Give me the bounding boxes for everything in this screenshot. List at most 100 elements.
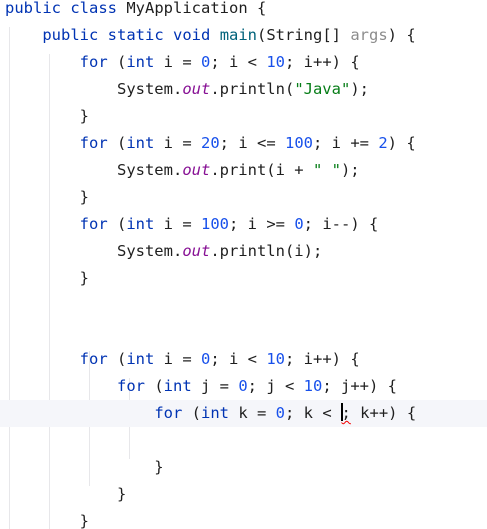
code-token: ( bbox=[107, 134, 127, 152]
code-token: int bbox=[126, 350, 155, 368]
code-token: } bbox=[5, 188, 89, 206]
code-line[interactable]: for (int i = 0; i < 10; i++) { bbox=[0, 346, 360, 373]
code-token: 10 bbox=[266, 53, 286, 71]
code-token: ; i += bbox=[313, 134, 379, 152]
code-line-text: System.out.print(i + " "); bbox=[5, 161, 360, 179]
code-line[interactable]: } bbox=[0, 454, 164, 481]
code-line[interactable]: } bbox=[0, 265, 89, 292]
code-line[interactable] bbox=[0, 292, 5, 319]
code-token: 0 bbox=[201, 350, 211, 368]
code-line[interactable]: public static void main(String[] args) { bbox=[0, 22, 416, 49]
code-token: System. bbox=[5, 80, 183, 98]
code-line-text: for (int i = 20; i <= 100; i += 2) { bbox=[5, 134, 416, 152]
code-token: int bbox=[126, 134, 155, 152]
syntax-error-token: ; bbox=[341, 404, 351, 422]
code-line-text: } bbox=[5, 269, 89, 287]
code-token: "Java" bbox=[294, 80, 351, 98]
code-token: 10 bbox=[266, 350, 286, 368]
code-line-text: } bbox=[5, 107, 89, 125]
code-token: i = bbox=[154, 53, 201, 71]
code-token: k = bbox=[228, 404, 276, 422]
code-token: } bbox=[5, 512, 89, 529]
code-token: void bbox=[173, 26, 211, 44]
code-token: ) { bbox=[387, 134, 416, 152]
code-token: ); bbox=[350, 80, 369, 98]
code-line[interactable]: for (int i = 100; i >= 0; i--) { bbox=[0, 211, 379, 238]
code-token: int bbox=[126, 53, 155, 71]
code-token: for bbox=[79, 215, 108, 233]
code-token: 0 bbox=[294, 215, 304, 233]
code-token: (String[] bbox=[257, 26, 351, 44]
code-token: " " bbox=[312, 161, 341, 179]
code-token: 10 bbox=[303, 377, 323, 395]
code-token: 100 bbox=[285, 134, 313, 152]
code-line-text: public class MyApplication { bbox=[5, 0, 266, 17]
code-token: 20 bbox=[201, 134, 220, 152]
code-token: for bbox=[154, 404, 183, 422]
code-token: System. bbox=[5, 161, 183, 179]
code-token: ( bbox=[182, 404, 201, 422]
code-line[interactable]: System.out.println("Java"); bbox=[0, 76, 369, 103]
code-token: out bbox=[182, 80, 211, 98]
code-token: ); bbox=[340, 161, 360, 179]
code-token: public bbox=[42, 26, 99, 44]
code-editor[interactable]: public class MyApplication { public stat… bbox=[0, 0, 487, 529]
code-line-text: } bbox=[5, 188, 89, 206]
code-line-current[interactable]: for (int k = 0; k < ; k++) { bbox=[0, 400, 487, 427]
code-token: class bbox=[70, 0, 118, 17]
code-token: ; i < bbox=[210, 350, 267, 368]
code-token: ( bbox=[107, 53, 127, 71]
code-line-text: } bbox=[5, 485, 126, 503]
code-token: ) { bbox=[387, 26, 416, 44]
code-line[interactable]: for (int i = 0; i < 10; i++) { bbox=[0, 49, 360, 76]
code-line-text: for (int i = 0; i < 10; i++) { bbox=[5, 53, 360, 71]
code-line[interactable]: for (int i = 20; i <= 100; i += 2) { bbox=[0, 130, 416, 157]
code-token: .println( bbox=[210, 80, 295, 98]
code-token: k++) { bbox=[350, 404, 417, 422]
code-line-text: for (int i = 0; i < 10; i++) { bbox=[5, 350, 360, 368]
code-line[interactable] bbox=[0, 427, 5, 454]
code-token: ; i++) { bbox=[285, 53, 360, 71]
code-line[interactable]: } bbox=[0, 103, 89, 130]
code-token: 0 bbox=[275, 404, 285, 422]
code-token: .print(i + bbox=[210, 161, 313, 179]
code-line[interactable]: } bbox=[0, 508, 89, 529]
code-token: for bbox=[79, 53, 108, 71]
code-line[interactable]: for (int j = 0; j < 10; j++) { bbox=[0, 373, 397, 400]
code-line-text: for (int k = 0; k < ; k++) { bbox=[5, 403, 417, 422]
code-token: System. bbox=[5, 242, 183, 260]
code-token: int bbox=[200, 404, 229, 422]
code-token: 0 bbox=[238, 377, 248, 395]
code-token: public bbox=[5, 0, 61, 17]
code-token: } bbox=[5, 269, 89, 287]
code-token: out bbox=[182, 161, 211, 179]
code-token: for bbox=[79, 350, 108, 368]
code-token: } bbox=[5, 458, 164, 476]
code-token: ; i < bbox=[210, 53, 267, 71]
code-token: 0 bbox=[201, 53, 211, 71]
code-token: } bbox=[5, 485, 127, 503]
code-line[interactable]: System.out.print(i + " "); bbox=[0, 157, 360, 184]
code-line-text: public static void main(String[] args) { bbox=[5, 26, 416, 44]
code-token: main bbox=[219, 26, 258, 44]
code-line[interactable]: public class MyApplication { bbox=[0, 0, 266, 22]
code-token: ; i <= bbox=[219, 134, 285, 152]
code-line[interactable]: } bbox=[0, 481, 126, 508]
code-token: ; k < bbox=[285, 404, 341, 422]
code-line[interactable]: } bbox=[0, 184, 89, 211]
code-line-text: } bbox=[5, 512, 89, 529]
code-token: i = bbox=[154, 215, 201, 233]
code-token: ; j < bbox=[247, 377, 304, 395]
code-token: int bbox=[163, 377, 192, 395]
code-line[interactable] bbox=[0, 319, 5, 346]
code-line[interactable]: System.out.println(i); bbox=[0, 238, 322, 265]
